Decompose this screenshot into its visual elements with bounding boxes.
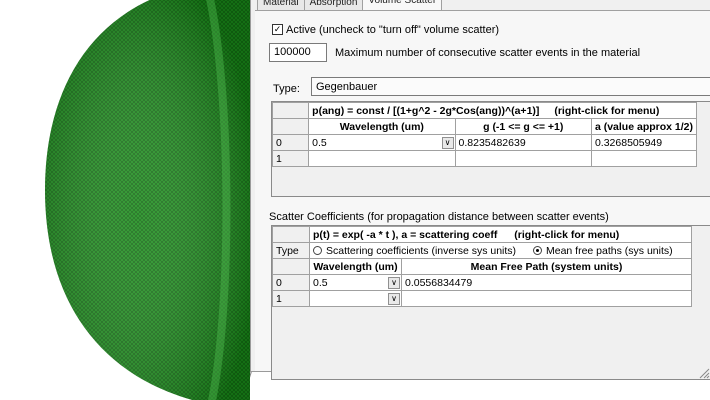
radio-empty-icon	[313, 245, 322, 255]
max-events-input[interactable]: 100000	[269, 43, 327, 62]
row-index: 0	[272, 134, 310, 151]
cell-wavelength[interactable]: ∨	[309, 290, 402, 307]
cell-mean-free-path[interactable]: 0.0556834479	[401, 274, 692, 291]
tab-absorption[interactable]: Absorption	[303, 0, 364, 10]
radio-mean-free-paths[interactable]: Mean free paths (sys units)	[532, 245, 673, 257]
radio-coefficients[interactable]: Scattering coefficients (inverse sys uni…	[313, 245, 516, 257]
cell-wavelength[interactable]: 0.5 ∨	[308, 134, 456, 151]
cell-a[interactable]: 0.3268505949	[590, 134, 698, 151]
chevron-down-icon[interactable]: ∨	[388, 276, 400, 289]
cell-g[interactable]	[454, 150, 592, 167]
cell-wavelength[interactable]	[308, 150, 456, 167]
phase-grid: p(ang) = const / [(1+g^2 - 2g*Cos(ang))^…	[271, 101, 710, 197]
table-row: 1	[272, 150, 698, 167]
row-index: 1	[272, 290, 310, 307]
col-wavelength: Wavelength (um)	[308, 118, 456, 135]
scatter-menu-hint: (right-click for menu)	[514, 228, 620, 241]
grid-corner	[272, 102, 310, 119]
row-index: 1	[272, 150, 310, 167]
tab-bar: Material Absorption Volume Scatter	[257, 0, 443, 10]
table-row: 0 0.5 ∨ 0.0556834479	[272, 274, 692, 291]
scatter-formula-header: p(t) = exp( -a * t ), a = scattering coe…	[309, 226, 692, 243]
phase-menu-hint: (right-click for menu)	[554, 104, 660, 117]
type-label: Type:	[273, 83, 300, 95]
phase-formula-header: p(ang) = const / [(1+g^2 - 2g*Cos(ang))^…	[308, 102, 697, 119]
resize-grip-icon[interactable]	[696, 365, 710, 379]
col-g: g (-1 <= g <= +1)	[454, 118, 592, 135]
scatter-formula: p(t) = exp( -a * t ), a = scattering coe…	[313, 228, 498, 241]
cell-wavelength[interactable]: 0.5 ∨	[309, 274, 402, 291]
volume-scatter-panel: ✓ Active (uncheck to "turn off" volume s…	[255, 10, 710, 380]
scatter-coeff-label: Scatter Coefficients (for propagation di…	[269, 211, 609, 223]
max-events-label: Maximum number of consecutive scatter ev…	[335, 47, 641, 59]
type-select[interactable]: Gegenbauer	[311, 77, 710, 96]
cell-a[interactable]	[590, 150, 698, 167]
type-row-label: Type	[272, 242, 310, 259]
cell-g[interactable]: 0.8235482639	[454, 134, 592, 151]
col-mean-free-path: Mean Free Path (system units)	[401, 258, 692, 275]
row-index: 0	[272, 274, 310, 291]
cell-mean-free-path[interactable]	[401, 290, 692, 307]
col-wavelength: Wavelength (um)	[309, 258, 402, 275]
type-radio-row: Scattering coefficients (inverse sys uni…	[309, 242, 692, 259]
table-row: 1 ∨	[272, 290, 692, 307]
chevron-down-icon[interactable]: ∨	[388, 292, 400, 305]
table-row: 0 0.5 ∨ 0.8235482639 0.3268505949	[272, 134, 698, 151]
col-a: a (value approx 1/2)	[590, 118, 698, 135]
chevron-down-icon[interactable]: ∨	[441, 136, 454, 149]
phase-formula: p(ang) = const / [(1+g^2 - 2g*Cos(ang))^…	[312, 104, 540, 117]
active-checkbox[interactable]: ✓	[272, 24, 283, 35]
radio-selected-icon	[532, 245, 542, 255]
material-dialog: Material Absorption Volume Scatter ✓ Act…	[250, 0, 710, 380]
tab-volume-scatter[interactable]: Volume Scatter	[362, 0, 443, 10]
tab-material[interactable]: Material	[257, 0, 305, 10]
active-label: Active (uncheck to "turn off" volume sca…	[286, 24, 500, 36]
scatter-grid: p(t) = exp( -a * t ), a = scattering coe…	[271, 225, 710, 380]
